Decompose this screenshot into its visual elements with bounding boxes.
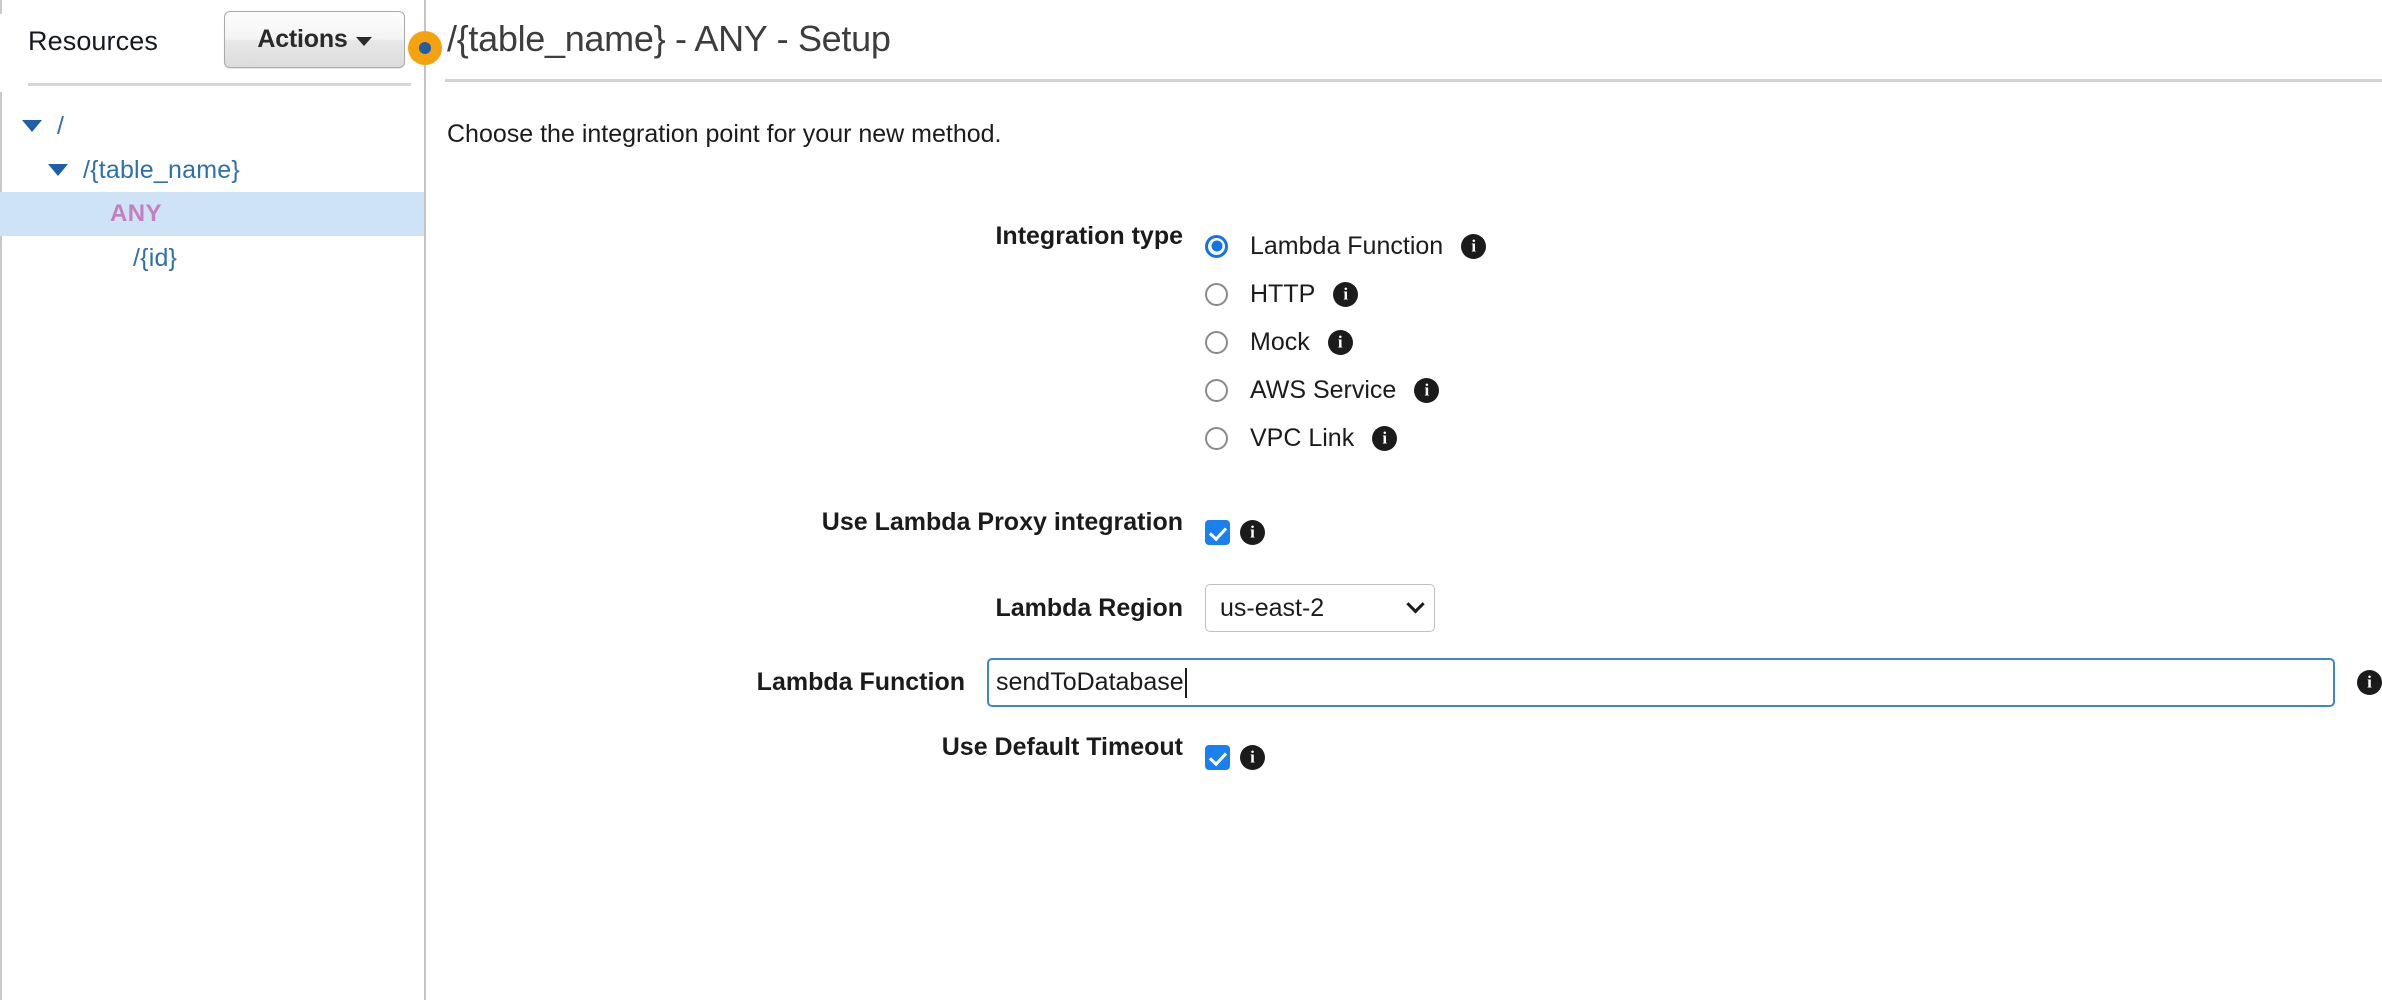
radio-button[interactable] [1205,234,1228,258]
resource-tree: / /{table_name} ANY /{id} [0,104,425,280]
radio-button[interactable] [1205,426,1228,450]
lambda-function-row: Lambda Function sendToDatabase i [425,658,2382,707]
radio-label: AWS Service [1250,375,1397,404]
info-icon[interactable]: i [2357,670,2382,695]
radio-option-lambda-function[interactable]: Lambda Function i [1205,222,2382,270]
actions-button-label: Actions [257,25,348,53]
api-gateway-method-setup-page: Resources Actions / /{table_name} ANY /{… [0,0,2382,1000]
method-setup-main: /{table_name} - ANY - Setup Choose the i… [425,0,2382,1000]
integration-type-row: Integration type Lambda Function i HTTP … [425,222,2382,462]
tree-item-table-name[interactable]: /{table_name} [0,148,425,192]
lambda-region-value: us-east-2 [1220,593,1325,622]
radio-label: Lambda Function [1250,231,1444,260]
caret-down-icon [355,37,372,46]
method-setup-form: Integration type Lambda Function i HTTP … [425,222,2382,781]
integration-type-label: Integration type [995,222,1183,250]
tree-item-label: ANY [110,200,162,227]
default-timeout-field: i [1205,733,2382,781]
sidebar-header: Resources Actions [0,0,425,84]
chevron-down-icon [1406,594,1425,613]
page-title: /{table_name} - ANY - Setup [447,18,891,59]
radio-option-http[interactable]: HTTP i [1205,270,2382,318]
cursor-indicator [408,31,442,65]
info-icon[interactable]: i [1461,233,1487,259]
lambda-function-input[interactable]: sendToDatabase [987,658,2335,707]
radio-button[interactable] [1205,330,1228,354]
default-timeout-row: Use Default Timeout i [425,733,2382,781]
sidebar-divider [28,83,411,86]
tree-item-label: /{id} [133,243,178,272]
info-icon[interactable]: i [1240,744,1265,770]
default-timeout-checkbox[interactable] [1205,744,1230,770]
tree-item-root[interactable]: / [0,104,425,148]
radio-label: HTTP [1250,279,1316,308]
info-icon[interactable]: i [1327,329,1353,355]
default-timeout-label: Use Default Timeout [941,733,1183,761]
tree-item-label: / [57,111,65,140]
lambda-proxy-label: Use Lambda Proxy integration [821,508,1183,536]
tree-item-id[interactable]: /{id} [0,236,425,280]
lambda-function-field: sendToDatabase i [987,658,2382,707]
lambda-region-field: us-east-2 [1205,584,2382,632]
cursor-indicator-center [419,42,431,54]
radio-label: VPC Link [1250,423,1355,452]
lambda-proxy-row: Use Lambda Proxy integration i [425,508,2382,556]
radio-button[interactable] [1205,282,1228,306]
info-icon[interactable]: i [1372,425,1398,451]
tree-item-any-method[interactable]: ANY [0,192,425,236]
radio-option-mock[interactable]: Mock i [1205,318,2382,366]
lambda-region-label: Lambda Region [995,594,1183,622]
chevron-down-icon[interactable] [22,120,42,132]
radio-option-vpc-link[interactable]: VPC Link i [1205,414,2382,462]
info-icon[interactable]: i [1414,377,1440,403]
radio-button[interactable] [1205,378,1228,402]
actions-button[interactable]: Actions [224,11,405,68]
radio-option-aws-service[interactable]: AWS Service i [1205,366,2382,414]
lambda-region-select[interactable]: us-east-2 [1205,584,1435,632]
lambda-function-label: Lambda Function [756,668,965,696]
title-divider [445,79,2382,82]
page-subtitle: Choose the integration point for your ne… [447,120,1002,148]
lambda-proxy-field: i [1205,508,2382,556]
resources-sidebar: Resources Actions / /{table_name} ANY /{… [0,0,425,1000]
info-icon[interactable]: i [1333,281,1359,307]
text-caret [1184,667,1187,698]
radio-label: Mock [1250,327,1310,356]
info-icon[interactable]: i [1240,519,1265,545]
sidebar-heading: Resources [28,26,158,56]
chevron-down-icon[interactable] [48,164,68,176]
integration-type-options: Lambda Function i HTTP i Mock i AWS Serv… [1205,222,2382,462]
default-timeout-control[interactable]: i [1205,733,2382,781]
lambda-function-value: sendToDatabase [996,668,1184,696]
lambda-proxy-control[interactable]: i [1205,508,2382,556]
lambda-region-row: Lambda Region us-east-2 [425,584,2382,632]
tree-item-label: /{table_name} [83,155,240,184]
lambda-proxy-checkbox[interactable] [1205,519,1230,545]
